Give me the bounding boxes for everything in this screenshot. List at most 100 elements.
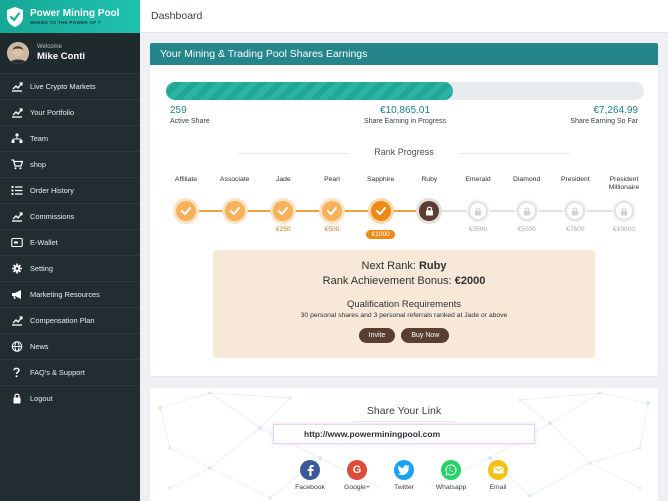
chart-icon (12, 316, 23, 326)
sidebar-item-your-portfolio[interactable]: Your Portfolio (0, 99, 140, 125)
lock-icon (13, 393, 21, 404)
sidebar-item-team[interactable]: Team (0, 125, 140, 151)
brand-title: Power Mining Pool (30, 7, 120, 19)
in-progress-label: Share Earning in Progress (363, 118, 447, 125)
rank-name: Pearl (324, 176, 340, 183)
sidebar-item-compensation-plan[interactable]: Compensation Plan (0, 307, 140, 333)
twitter-label: Twitter (393, 484, 414, 491)
google-plus-icon: G (347, 460, 367, 480)
share-google-plus-button[interactable]: G Google+ (335, 460, 380, 491)
bonus-value: €2000 (454, 275, 486, 287)
in-progress-stat: €10,865.01 Share Earning in Progress (350, 105, 460, 125)
sidebar-item-label: Your Portfolio (30, 108, 75, 117)
sidebar-item-shop[interactable]: shop (0, 151, 140, 177)
rank-bonus-amount: €5000 (517, 226, 536, 233)
rank-name: Sapphire (367, 176, 395, 183)
rank-emerald: Emerald €3500 (450, 176, 506, 233)
rank-name: Jade (275, 176, 291, 183)
lock-icon (468, 201, 488, 221)
rank-diamond: Diamond €5000 (499, 176, 555, 233)
rank-bonus-amount: €250 (275, 226, 291, 233)
google-plus-label: Google+ (344, 484, 370, 491)
so-far-value: €7,264.99 (593, 105, 639, 116)
earnings-card-header: Your Mining & Trading Pool Shares Earnin… (150, 43, 658, 65)
in-progress-value: €10,865.01 (379, 105, 431, 116)
check-icon (322, 201, 342, 221)
lock-icon (516, 201, 537, 221)
sidebar-item-label: News (30, 342, 49, 351)
lock-icon (565, 201, 586, 221)
facebook-label: Facebook (295, 484, 325, 491)
shield-check-icon (7, 6, 23, 27)
rank-name: Emerald (465, 176, 491, 183)
chart-icon (12, 82, 23, 92)
active-share-stat: 259 Active Share (170, 105, 210, 125)
share-whatsapp-button[interactable]: Whatsapp (429, 460, 474, 491)
team-icon (11, 133, 23, 144)
share-title: Share Your Link (150, 405, 658, 422)
share-twitter-button[interactable]: Twitter (382, 460, 427, 491)
sidebar-item-label: Commissions (30, 212, 75, 221)
bonus-label: Rank Achievement Bonus: (322, 275, 452, 287)
sidebar-item-label: E-Wallet (30, 238, 58, 247)
whatsapp-icon (441, 460, 461, 480)
lock-icon (419, 201, 440, 221)
sidebar-item-marketing-resources[interactable]: Marketing Resources (0, 281, 140, 307)
sidebar-item-faqs-support[interactable]: FAQ's & Support (0, 359, 140, 385)
megaphone-icon (12, 290, 21, 300)
sidebar-item-label: Compensation Plan (30, 316, 95, 325)
rank-affiliate: Affiliate (158, 176, 214, 221)
sidebar-item-label: Setting (30, 264, 54, 273)
sidebar-item-e-wallet[interactable]: E-Wallet (0, 229, 140, 255)
rank-jade: Jade €250 (255, 176, 311, 233)
rank-name: Ruby (421, 176, 438, 183)
active-share-label: Active Share (170, 118, 210, 125)
email-label: Email (489, 484, 507, 491)
rank-sapphire: Sapphire €1000 (353, 176, 409, 240)
next-rank-panel: Next Rank: Ruby Rank Achievement Bonus: … (213, 250, 595, 358)
sidebar-item-commissions[interactable]: Commissions (0, 203, 140, 229)
sidebar-item-label: Marketing Resources (30, 290, 100, 299)
sidebar-item-label: Team (30, 134, 49, 143)
avatar[interactable] (7, 42, 29, 64)
so-far-label: Share Earning So Far (570, 118, 638, 125)
active-share-value: 259 (170, 105, 187, 116)
user-panel: Welcome Mike Conti (0, 33, 140, 73)
sidebar-item-setting[interactable]: Setting (0, 255, 140, 281)
chart-icon (12, 108, 23, 118)
rank-bonus-amount: €1000 (366, 230, 395, 239)
sidebar-item-label: Logout (30, 394, 53, 403)
rank-name: Affiliate (174, 176, 198, 183)
buy-now-button[interactable]: Buy Now (401, 328, 450, 343)
twitter-icon (394, 460, 414, 480)
whatsapp-label: Whatsapp (435, 484, 467, 491)
rank-bonus-amount: €3500 (468, 226, 488, 233)
share-facebook-button[interactable]: Facebook (288, 460, 333, 491)
check-icon (176, 201, 196, 221)
so-far-stat: €7,264.99 Share Earning So Far (570, 105, 638, 125)
invite-button[interactable]: Invite (358, 328, 396, 343)
rank-bonus-amount: €10000 (612, 226, 635, 233)
rank-associate: Associate (207, 176, 263, 221)
share-email-button[interactable]: Email (476, 460, 521, 491)
brand-tagline: MINING TO THE POWER OF 7 (30, 19, 101, 25)
rank-bonus-amount: €500 (324, 226, 340, 233)
rank-name: President Millionaire (608, 176, 640, 191)
sidebar-item-label: Live Crypto Markets (30, 82, 96, 91)
sidebar-item-news[interactable]: News (0, 333, 140, 359)
sidebar-menu: Live Crypto Markets Your Portfolio Team … (0, 73, 140, 411)
sidebar-item-order-history[interactable]: Order History (0, 177, 140, 203)
sidebar-item-live-crypto-markets[interactable]: Live Crypto Markets (0, 73, 140, 99)
list-icon (11, 186, 23, 195)
question-icon (13, 367, 20, 378)
check-icon (224, 201, 245, 221)
rank-name: Diamond (513, 176, 541, 183)
rank-progress-track: Affiliate Associate Jade €250 Pearl €500 Sapph… (166, 176, 644, 240)
brand-logo[interactable]: Power Mining Pool MINING TO THE POWER OF… (0, 0, 140, 33)
next-rank-label: Next Rank: (361, 260, 416, 272)
user-name: Mike Conti (37, 51, 86, 62)
rank-pearl: Pearl €500 (304, 176, 360, 233)
sidebar-item-logout[interactable]: Logout (0, 385, 140, 411)
rank-name: Associate (219, 176, 250, 183)
referral-link-field[interactable]: http://www.powerminingpool.com (273, 424, 535, 444)
